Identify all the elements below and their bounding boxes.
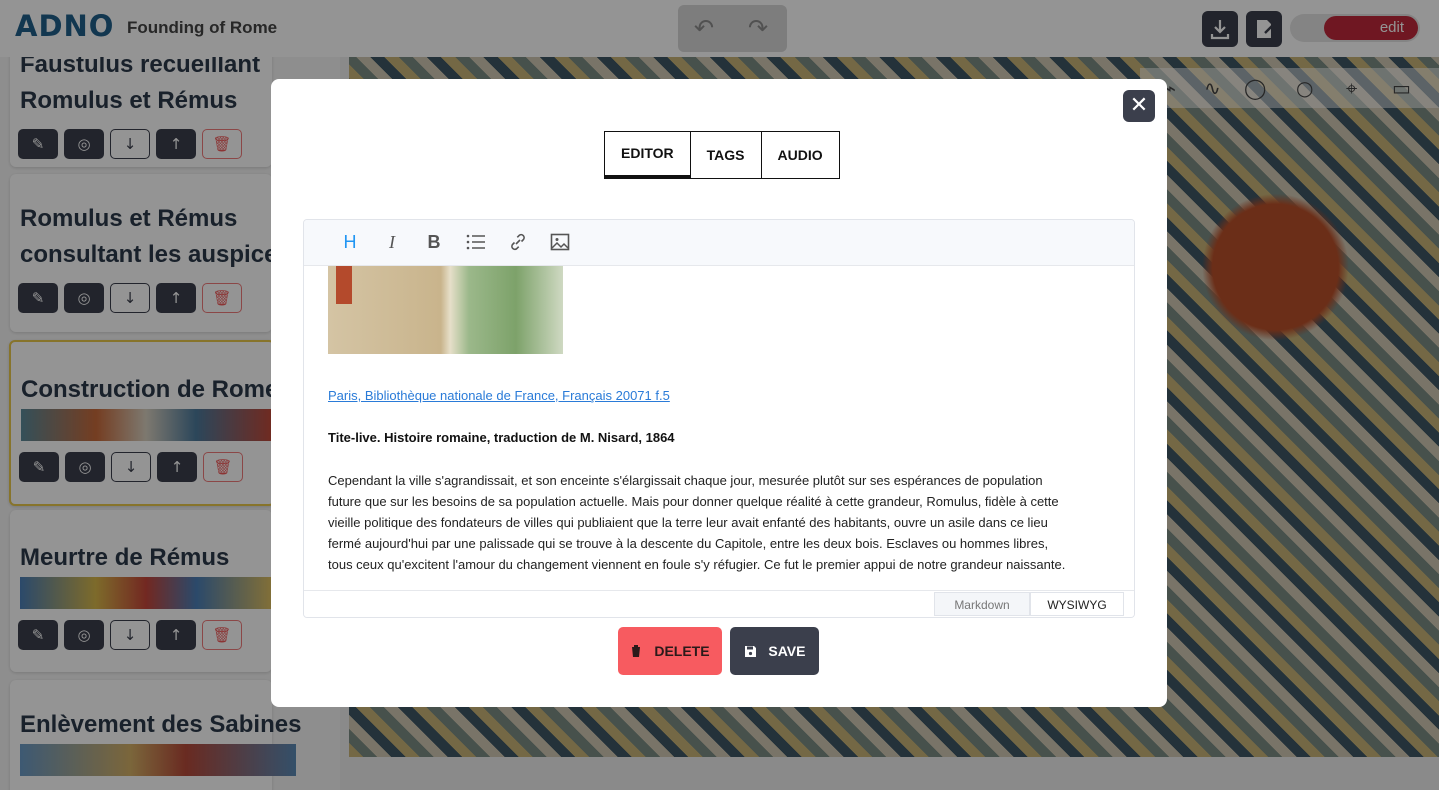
editor-mode-bar: Markdown WYSIWYG: [304, 590, 1134, 617]
delete-label: DELETE: [654, 643, 710, 659]
markdown-mode-tab[interactable]: Markdown: [934, 592, 1030, 616]
italic-button[interactable]: I: [380, 230, 404, 254]
trash-icon: [630, 643, 646, 659]
paragraph-line: vieille politique des fondateurs de vill…: [328, 515, 1048, 530]
heading-button[interactable]: H: [338, 230, 362, 254]
image-icon[interactable]: [548, 230, 572, 254]
paragraph-line: future que sur les besoins de sa populat…: [328, 494, 1059, 509]
wysiwyg-mode-tab[interactable]: WYSIWYG: [1030, 592, 1124, 616]
close-icon: ✕: [1129, 93, 1149, 118]
body-paragraph: Cependant la ville s'agrandissait, et so…: [328, 470, 1118, 575]
editor-toolbar: H I B: [304, 220, 1134, 266]
tab-audio[interactable]: AUDIO: [760, 132, 839, 178]
close-button[interactable]: ✕: [1123, 90, 1155, 122]
save-label: SAVE: [768, 643, 806, 659]
paragraph-line: fermé aujourd'hui par une palissade qui …: [328, 536, 1049, 551]
annotation-editor-modal: ✕ EDITOR TAGS AUDIO H I B Paris, Bibliot…: [271, 79, 1167, 707]
paragraph-line: Cependant la ville s'agrandissait, et so…: [328, 473, 1043, 488]
paragraph-line: tous ceux qu'excitent l'amour du changem…: [328, 557, 1066, 572]
source-link[interactable]: Paris, Bibliothèque nationale de France,…: [328, 388, 670, 403]
delete-button[interactable]: DELETE: [618, 627, 722, 675]
bullet-list-icon[interactable]: [464, 230, 488, 254]
tab-editor[interactable]: EDITOR: [605, 132, 690, 178]
rich-text-editor[interactable]: H I B Paris, Bibliothèque nationale de F…: [303, 219, 1135, 618]
tab-tags[interactable]: TAGS: [689, 132, 761, 178]
citation-text: Tite-live. Histoire romaine, traduction …: [328, 430, 675, 445]
editor-content[interactable]: Paris, Bibliothèque nationale de France,…: [304, 266, 1134, 590]
link-icon[interactable]: [506, 230, 530, 254]
embedded-image: [328, 266, 563, 354]
bold-button[interactable]: B: [422, 230, 446, 254]
save-button[interactable]: SAVE: [730, 627, 819, 675]
save-icon: [744, 643, 761, 659]
modal-tabs: EDITOR TAGS AUDIO: [604, 131, 840, 179]
